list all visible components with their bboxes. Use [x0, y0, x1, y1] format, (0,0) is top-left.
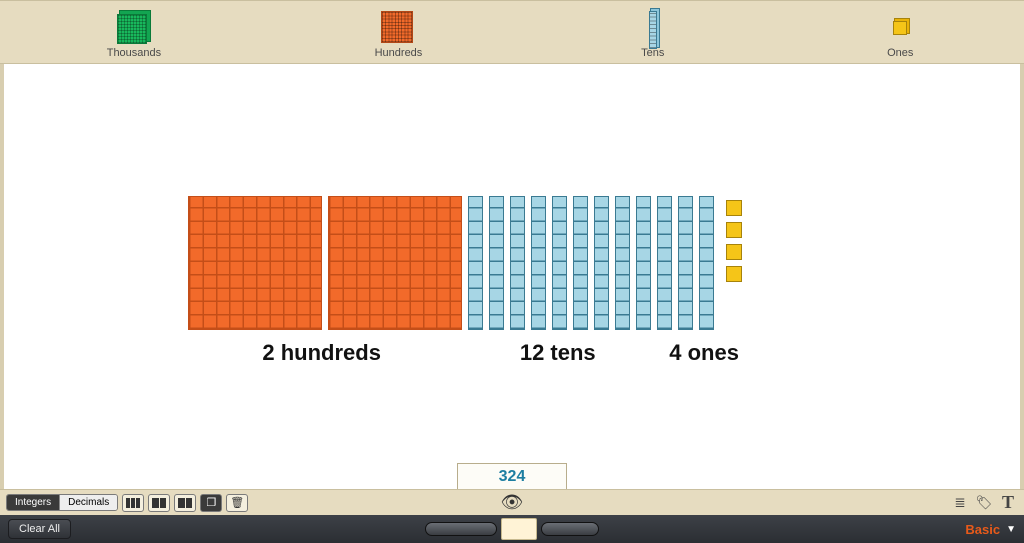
hundreds-count-label: 2 hundreds [188, 340, 455, 366]
block-palette: Thousands Hundreds Tens Ones [0, 0, 1024, 64]
tens-rod[interactable] [594, 196, 609, 330]
mode-integers-button[interactable]: Integers [7, 495, 60, 510]
ones-cube-icon [893, 21, 907, 35]
text-tool-button[interactable]: T [998, 493, 1018, 513]
palette-thousands-label: Thousands [107, 47, 161, 59]
hundreds-flat-icon [381, 11, 413, 43]
count-labels: 2 hundreds 12 tens 4 ones [188, 340, 748, 366]
palette-thousands[interactable]: Thousands [107, 11, 161, 59]
right-tool-group: ≣ 🏷 T [950, 493, 1018, 513]
tens-rod[interactable] [678, 196, 693, 330]
pen-tool-alt[interactable] [541, 522, 599, 536]
hundreds-block[interactable] [328, 196, 462, 330]
tens-rod[interactable] [489, 196, 504, 330]
tag-icon: 🏷 [976, 495, 993, 511]
columns-2-icon [152, 498, 166, 508]
palette-ones-label: Ones [887, 47, 913, 59]
copy-button[interactable]: ❐ [200, 494, 222, 512]
ones-cube[interactable] [726, 244, 742, 260]
ones-cube[interactable] [726, 266, 742, 282]
clear-all-button[interactable]: Clear All [8, 519, 71, 539]
columns-split-icon [178, 498, 192, 508]
pen-tool[interactable] [425, 522, 497, 536]
tens-rod[interactable] [510, 196, 525, 330]
total-display: 324 [457, 463, 567, 489]
columns-3-button[interactable] [122, 494, 144, 512]
eraser-tool[interactable] [501, 518, 537, 540]
palette-tens[interactable]: Tens [636, 11, 670, 59]
palette-hundreds-label: Hundreds [375, 47, 423, 59]
tens-rod-icon [649, 11, 657, 49]
tens-count-label: 12 tens [455, 340, 660, 366]
ones-column [726, 200, 742, 282]
eye-icon: 👁 [501, 492, 524, 512]
tens-rod[interactable] [636, 196, 651, 330]
palette-ones[interactable]: Ones [883, 11, 917, 59]
trash-button[interactable]: 🗑 [226, 494, 248, 512]
tens-rod[interactable] [573, 196, 588, 330]
mode-menu-label: Basic [965, 522, 1000, 537]
tens-rod[interactable] [468, 196, 483, 330]
ones-cube[interactable] [726, 200, 742, 216]
mode-menu[interactable]: Basic ▼ [965, 522, 1016, 537]
columns-split-button[interactable] [174, 494, 196, 512]
ones-cube[interactable] [726, 222, 742, 238]
list-tool-button[interactable]: ≣ [950, 493, 970, 513]
visibility-toggle[interactable]: 👁 [501, 492, 524, 513]
columns-3-icon [126, 498, 140, 508]
columns-2-button[interactable] [148, 494, 170, 512]
toolbar: Integers Decimals ❐ 🗑 👁 ≣ 🏷 T [0, 489, 1024, 515]
chevron-down-icon: ▼ [1006, 524, 1016, 535]
workspace[interactable]: 2 hundreds 12 tens 4 ones 324 [0, 64, 1024, 489]
mode-decimals-button[interactable]: Decimals [60, 495, 117, 510]
thousands-cube-icon [117, 14, 147, 44]
ones-count-label: 4 ones [660, 340, 748, 366]
tens-rod[interactable] [615, 196, 630, 330]
tag-tool-button[interactable]: 🏷 [974, 493, 994, 513]
bottom-bar: Clear All Basic ▼ [0, 515, 1024, 543]
tens-rod[interactable] [531, 196, 546, 330]
tens-rod[interactable] [552, 196, 567, 330]
list-icon: ≣ [954, 495, 965, 511]
block-model [188, 196, 742, 330]
trash-icon: 🗑 [230, 496, 244, 509]
palette-hundreds[interactable]: Hundreds [375, 11, 423, 59]
tens-rod[interactable] [699, 196, 714, 330]
hundreds-block[interactable] [188, 196, 322, 330]
tens-rod[interactable] [657, 196, 672, 330]
drawing-tray [412, 515, 612, 543]
mode-segment: Integers Decimals [6, 494, 118, 511]
copy-icon: ❐ [206, 496, 216, 509]
